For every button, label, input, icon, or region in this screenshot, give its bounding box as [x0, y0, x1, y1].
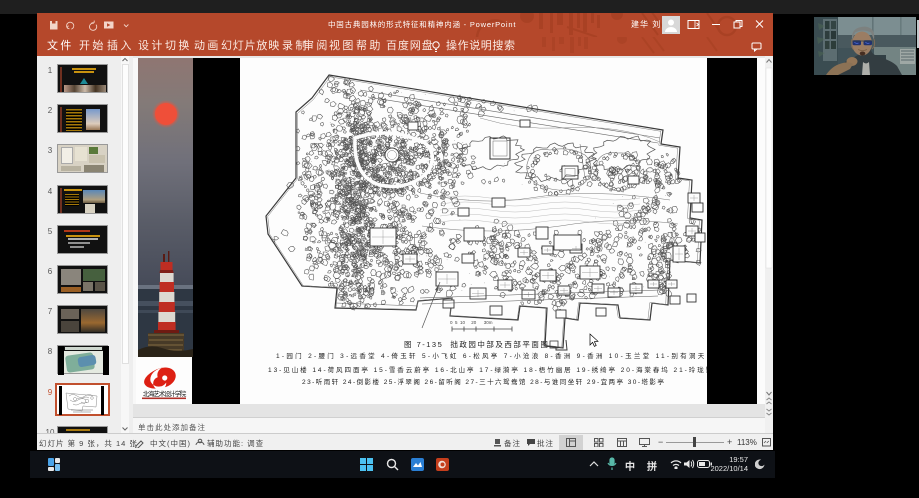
svg-text:23-听雨轩 24-倒影楼 25-浮翠阁 26-留听阁 27: 23-听雨轩 24-倒影楼 25-浮翠阁 26-留听阁 27-三十六鸳鸯馆 28… — [302, 377, 665, 386]
svg-text:1-园门 2-腰门 3-远香堂 4-倚玉轩 5-小飞虹 6-: 1-园门 2-腰门 3-远香堂 4-倚玉轩 5-小飞虹 6-松风亭 7-小沧浪 … — [276, 351, 707, 360]
svg-text:北海艺术设计学院: 北海艺术设计学院 — [142, 389, 186, 398]
svg-text:0 5 10 20 30m: 0 5 10 20 30m — [450, 320, 493, 325]
svg-text:图 7-135 拙政园中部及西部平面图: 图 7-135 拙政园中部及西部平面图 — [404, 339, 549, 349]
svg-text:13-见山楼 14-荷风四面亭 15-雪香云蔚亭 16-北山: 13-见山楼 14-荷风四面亭 15-雪香云蔚亭 16-北山亭 17-绿漪亭 1… — [268, 365, 707, 374]
